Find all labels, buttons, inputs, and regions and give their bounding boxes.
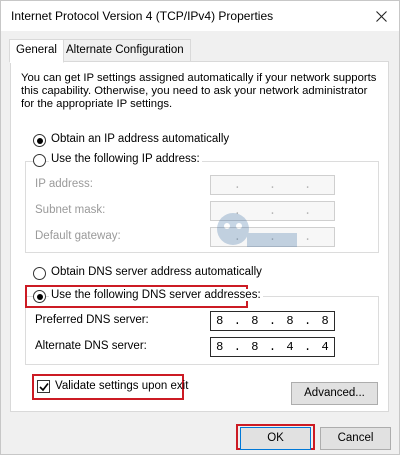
ip-auto-label[interactable]: Obtain an IP address automatically	[51, 133, 229, 145]
intro-line: this capability. Otherwise, you need to …	[21, 85, 368, 97]
dot: .	[303, 314, 312, 328]
advanced-button[interactable]: Advanced...	[291, 382, 378, 405]
dns-auto-radio[interactable]	[33, 267, 46, 280]
dns-manual-label[interactable]: Use the following DNS server addresses:	[49, 289, 263, 301]
octet: 8	[216, 340, 224, 354]
dot: .	[233, 340, 241, 354]
dialog-window: Internet Protocol Version 4 (TCP/IPv4) P…	[0, 0, 400, 455]
ok-button[interactable]: OK	[240, 427, 311, 450]
alternate-dns-input[interactable]: 8. 8. 4. 4	[210, 337, 335, 357]
close-icon	[375, 11, 387, 22]
close-button[interactable]	[367, 3, 395, 29]
subnet-mask-label: Subnet mask:	[35, 204, 106, 216]
default-gateway-label: Default gateway:	[35, 230, 121, 242]
intro-line: for the appropriate IP settings.	[21, 98, 173, 110]
intro-line: You can get IP settings assigned automat…	[21, 72, 377, 84]
validate-label[interactable]: Validate settings upon exit	[55, 380, 188, 392]
ip-manual-radio[interactable]	[33, 154, 46, 167]
ip-auto-radio[interactable]	[33, 134, 46, 147]
tab-alternate-configuration[interactable]: Alternate Configuration	[59, 39, 191, 62]
octet: 4	[286, 340, 294, 354]
title-bar: Internet Protocol Version 4 (TCP/IPv4) P…	[1, 1, 399, 31]
dot: .	[268, 178, 277, 192]
octet: 8	[321, 314, 329, 328]
dot: .	[303, 340, 312, 354]
octet: 8	[251, 314, 259, 328]
dot: .	[303, 178, 312, 192]
octet: 8	[216, 314, 224, 328]
checkmark-icon	[39, 383, 49, 392]
preferred-dns-input[interactable]: 8. 8. 8. 8	[210, 311, 335, 331]
dot: .	[233, 314, 241, 328]
dot: .	[268, 340, 277, 354]
dot: .	[233, 178, 241, 192]
preferred-dns-label: Preferred DNS server:	[35, 314, 149, 326]
window-title: Internet Protocol Version 4 (TCP/IPv4) P…	[11, 9, 274, 23]
ip-address-label: IP address:	[35, 178, 93, 190]
tab-general[interactable]: General	[9, 39, 64, 63]
octet: 8	[251, 340, 259, 354]
cancel-button[interactable]: Cancel	[320, 427, 391, 450]
octet: 4	[321, 340, 329, 354]
alternate-dns-label: Alternate DNS server:	[35, 340, 147, 352]
validate-checkbox[interactable]	[37, 380, 50, 393]
dot: .	[268, 314, 277, 328]
intro-text: You can get IP settings assigned automat…	[21, 72, 381, 111]
dns-auto-label[interactable]: Obtain DNS server address automatically	[51, 266, 262, 278]
ip-manual-label[interactable]: Use the following IP address:	[49, 153, 202, 165]
dns-manual-radio[interactable]	[33, 290, 46, 303]
ip-address-input[interactable]: . . .	[210, 175, 335, 195]
octet: 8	[286, 314, 294, 328]
